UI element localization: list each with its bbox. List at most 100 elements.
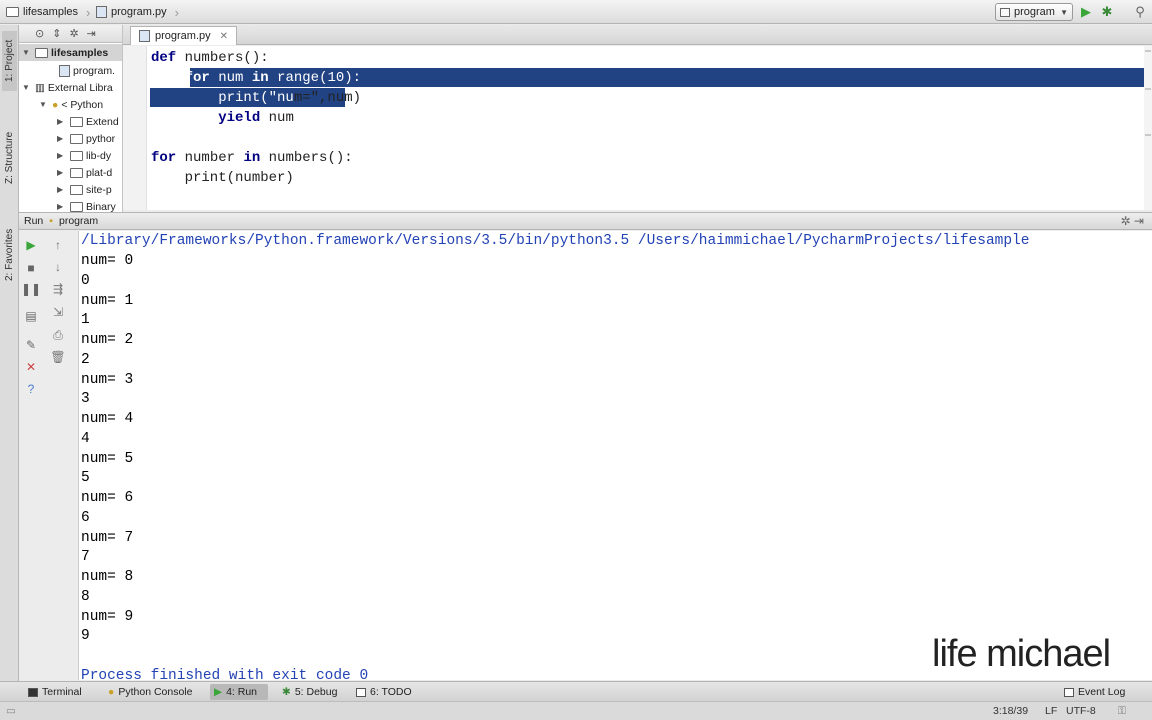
- tree-item-label: lib-dy: [86, 149, 112, 162]
- code-editor[interactable]: def numbers(): for num in range(10): pri…: [123, 46, 1152, 210]
- gear-icon[interactable]: ✲ ⇥: [1121, 214, 1144, 228]
- event-log-icon: [1064, 687, 1074, 697]
- todo-tab[interactable]: 6: TODO: [352, 684, 416, 700]
- console-line: num= 1: [81, 293, 134, 309]
- folder-icon: [6, 7, 19, 17]
- status-bar: ▭ 3:18/39 LF UTF-8 ⚿: [0, 701, 1152, 720]
- python-console-tab[interactable]: ● Python Console: [104, 684, 196, 700]
- tree-item-folder[interactable]: ▶ lib-dy: [57, 147, 111, 164]
- tree-item-project-root[interactable]: ▼ lifesamples: [19, 44, 122, 61]
- console-command: /Library/Frameworks/Python.framework/Ver…: [81, 233, 1030, 249]
- run-tab[interactable]: ▶ 4: Run: [210, 684, 268, 700]
- tree-item-external-libraries[interactable]: ▼ ▥ External Libra: [22, 79, 113, 96]
- favorites-tool-tab[interactable]: 2: Favorites: [2, 215, 17, 295]
- file-encoding[interactable]: UTF-8: [1066, 705, 1096, 717]
- debug-tab[interactable]: ✱ 5: Debug: [278, 684, 341, 700]
- print-icon: ⎙: [53, 327, 63, 342]
- tree-item-label: pythor: [86, 132, 116, 145]
- tree-item-label: Binary: [86, 200, 116, 213]
- soft-wrap-button[interactable]: ⇶: [50, 281, 66, 297]
- print-button[interactable]: ⎙: [50, 327, 66, 343]
- trash-icon: 🗑: [50, 350, 66, 364]
- tree-item-folder[interactable]: ▶ plat-d: [57, 164, 112, 181]
- caret-position[interactable]: 3:18/39: [993, 705, 1028, 717]
- tree-item-python-sdk[interactable]: ▼ ● < Python: [39, 96, 103, 113]
- code-line-1: def numbers():: [151, 50, 269, 66]
- run-console[interactable]: /Library/Frameworks/Python.framework/Ver…: [79, 231, 1152, 680]
- python-file-icon: [96, 6, 107, 18]
- scroll-to-end-button[interactable]: ⇲: [50, 304, 66, 320]
- hide-icon[interactable]: ⇥: [87, 27, 96, 40]
- layout-icon: ▤: [25, 309, 37, 323]
- console-line: num= 4: [81, 411, 134, 427]
- console-line: 6: [81, 510, 90, 526]
- python-config-icon: ▪: [49, 215, 53, 227]
- expand-arrow-icon: ▼: [22, 83, 30, 92]
- breadcrumb-file-label: program.py: [111, 6, 167, 18]
- console-line: 7: [81, 549, 90, 565]
- close-button[interactable]: ✕: [23, 359, 39, 375]
- structure-tool-tab[interactable]: Z: Structure: [2, 117, 17, 199]
- terminal-icon: [28, 687, 38, 697]
- expand-arrow-icon: ▼: [22, 48, 30, 57]
- pause-button[interactable]: ❚❚: [21, 281, 41, 297]
- help-button[interactable]: ?: [23, 381, 39, 397]
- terminal-tab[interactable]: Terminal: [24, 684, 86, 700]
- restore-layout-button[interactable]: ▤: [23, 308, 39, 324]
- python-file-icon: [59, 64, 70, 77]
- play-icon: ▶: [214, 686, 223, 698]
- tree-item-label: < Python: [61, 98, 104, 111]
- debug-button[interactable]: ✱: [1099, 4, 1115, 20]
- project-tool-tab[interactable]: 1: Project: [2, 31, 17, 91]
- run-tab-label: 4: Run: [226, 686, 258, 698]
- scroll-marker: [1145, 50, 1151, 52]
- tool-window-bar: Terminal ● Python Console ▶ 4: Run ✱ 5: …: [0, 681, 1152, 701]
- tree-item-folder[interactable]: ▶ pythor: [57, 130, 115, 147]
- console-line: 2: [81, 352, 90, 368]
- editor-scrollbar[interactable]: [1144, 46, 1152, 210]
- console-line: 4: [81, 431, 90, 447]
- breadcrumb-project[interactable]: lifesamples ›: [6, 4, 90, 20]
- run-config-dropdown[interactable]: program ▼: [995, 3, 1073, 21]
- run-config-tab[interactable]: program: [59, 215, 98, 227]
- play-icon: ▶: [26, 238, 36, 252]
- event-log-tab[interactable]: Event Log: [1060, 684, 1129, 700]
- folder-icon: [70, 116, 83, 127]
- folder-icon: [70, 133, 83, 144]
- tree-item-folder[interactable]: ▶ Extend: [57, 113, 119, 130]
- breadcrumb-file[interactable]: program.py ›: [96, 4, 179, 20]
- console-line: num= 3: [81, 372, 134, 388]
- tab-program-py[interactable]: program.py ✕: [130, 26, 238, 45]
- run-button[interactable]: ▶: [1078, 4, 1094, 20]
- line-separator[interactable]: LF: [1045, 705, 1057, 717]
- stop-button[interactable]: ■: [23, 260, 39, 276]
- scroll-up-button[interactable]: ↑: [50, 237, 66, 253]
- arrow-down-icon: ↓: [55, 260, 61, 274]
- lock-icon[interactable]: ⚿: [1118, 705, 1126, 718]
- status-indicator-icon[interactable]: ▭: [6, 705, 16, 717]
- tree-item-label: program.: [73, 64, 116, 77]
- tab-label: program.py: [155, 30, 211, 42]
- todo-icon: [356, 687, 366, 697]
- tree-item-program-file[interactable]: program.: [59, 62, 115, 79]
- close-icon: ✕: [25, 360, 37, 374]
- gear-icon[interactable]: ✲: [69, 27, 78, 40]
- console-line: 8: [81, 589, 90, 605]
- left-tool-strip: 1: Project Z: Structure 2: Favorites: [0, 25, 19, 681]
- tree-item-folder[interactable]: ▶ site-p: [57, 181, 112, 198]
- clear-all-button[interactable]: 🗑: [50, 349, 66, 365]
- collapse-icon[interactable]: ⇕: [52, 27, 61, 40]
- collapse-arrow-icon: ▶: [57, 202, 64, 211]
- stop-icon: ■: [27, 261, 35, 275]
- tree-item-label: Extend: [86, 115, 119, 128]
- search-everywhere-button[interactable]: ⚲: [1132, 4, 1148, 20]
- target-icon[interactable]: ⊙: [35, 27, 44, 40]
- dropdown-arrow-icon: ▼: [1060, 7, 1068, 17]
- close-icon[interactable]: ✕: [220, 31, 228, 42]
- expand-arrow-icon: ▼: [39, 100, 47, 109]
- scroll-down-button[interactable]: ↓: [50, 259, 66, 275]
- pin-button[interactable]: ✎: [23, 337, 39, 353]
- pin-icon: ✎: [25, 338, 37, 352]
- collapse-arrow-icon: ▶: [57, 134, 64, 143]
- rerun-button[interactable]: ▶: [23, 237, 39, 253]
